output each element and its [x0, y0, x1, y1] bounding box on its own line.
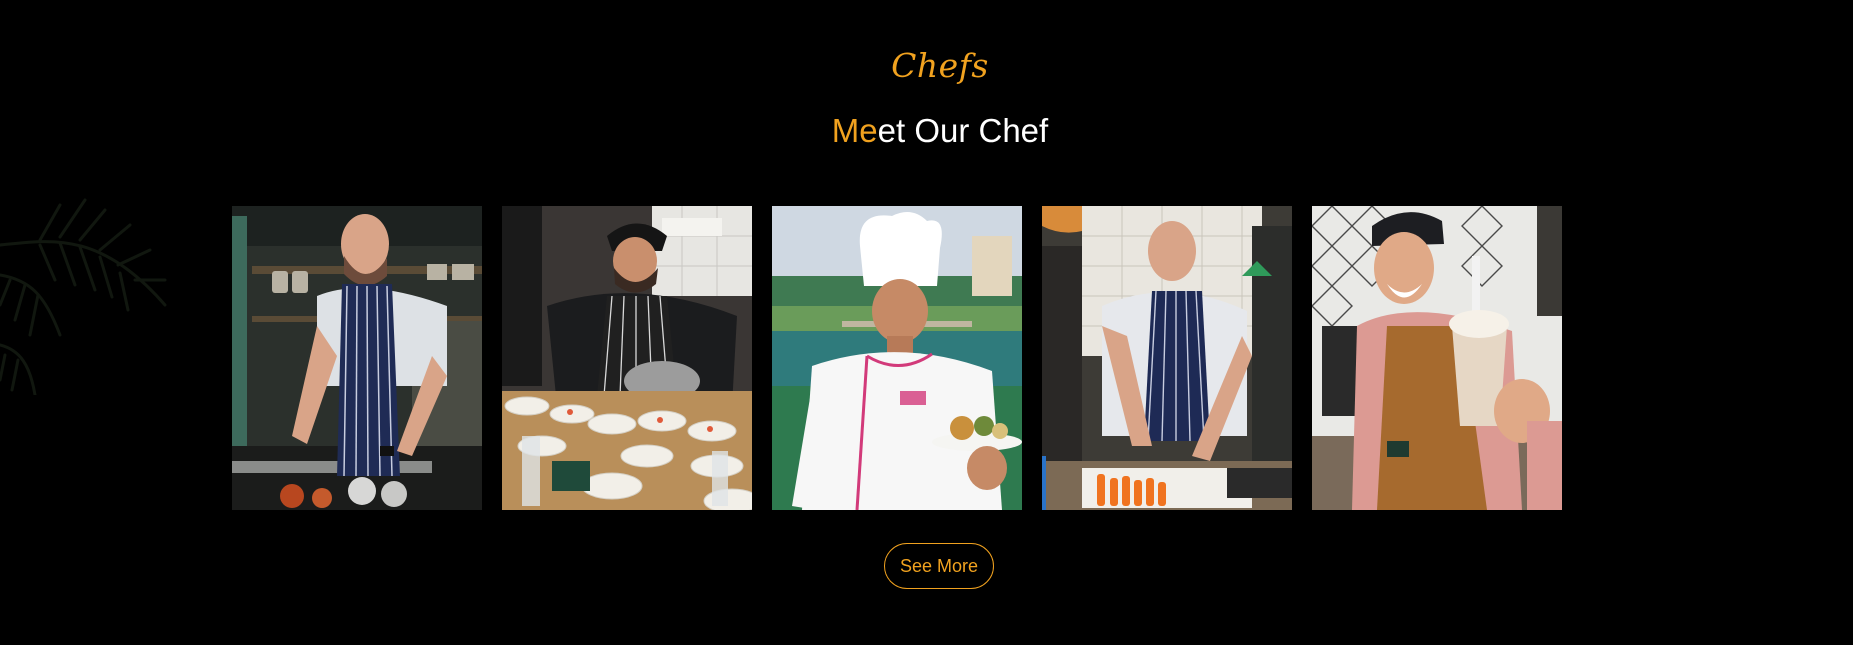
section-kicker: Chefs — [891, 46, 989, 85]
chef-photo-5[interactable] — [1312, 206, 1562, 510]
chef-photo-3-image — [772, 206, 1022, 510]
chef-photo-1[interactable] — [232, 206, 482, 510]
chef-photo-4-image — [1042, 206, 1292, 510]
chef-photo-2[interactable] — [502, 206, 752, 510]
chef-photo-5-image — [1312, 206, 1562, 510]
chef-photo-1-image — [232, 206, 482, 510]
chef-photo-2-image — [502, 206, 752, 510]
section-title-rest: et Our Chef — [877, 112, 1049, 149]
see-more-button[interactable]: See More — [884, 543, 994, 589]
section-title-accent: Me — [831, 112, 878, 149]
fern-decoration — [0, 198, 167, 395]
chef-photo-3[interactable] — [772, 206, 1022, 510]
section-title: Meet Our Chef — [0, 112, 1853, 150]
chef-photo-4[interactable] — [1042, 206, 1292, 510]
chef-gallery — [232, 206, 1562, 510]
